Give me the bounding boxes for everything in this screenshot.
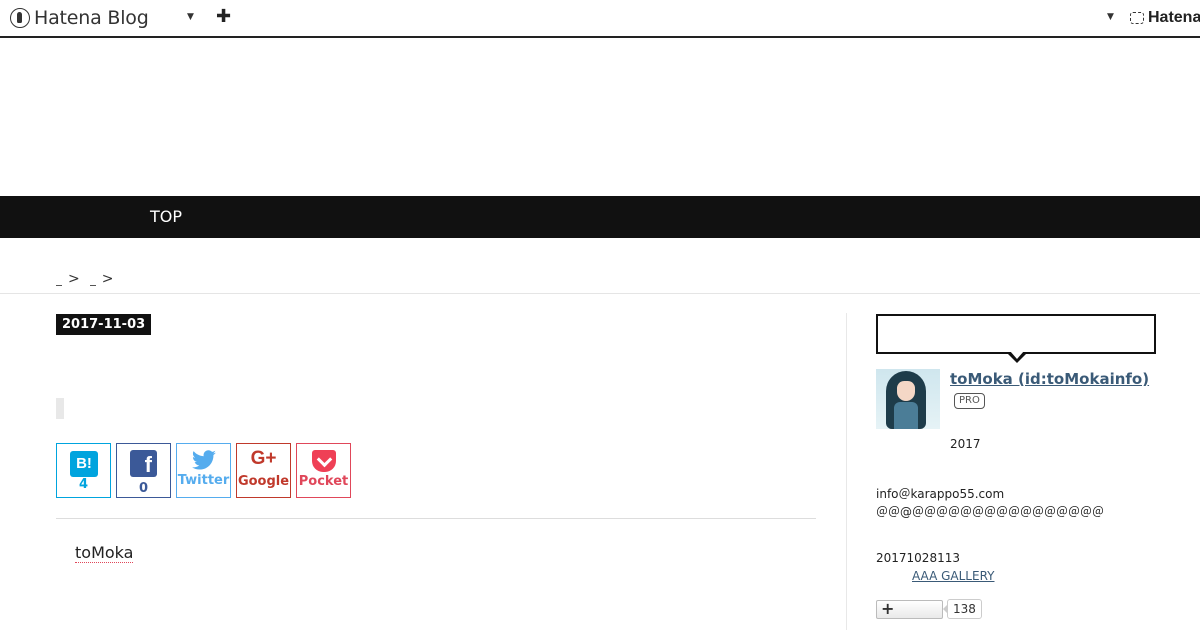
breadcrumb-separator: > [68, 271, 80, 287]
breadcrumb-link[interactable] [56, 278, 62, 286]
twitter-label: Twitter [177, 473, 230, 488]
sidebar-about-heading [876, 314, 1156, 354]
facebook-count: 0 [138, 481, 149, 496]
google-label: Google [237, 474, 290, 489]
heading-pointer [1007, 351, 1027, 363]
caret-down-icon[interactable]: ▼ [1107, 12, 1114, 22]
hatena-bookmark-icon: B! [70, 451, 98, 477]
hatena-blog-logo-icon [10, 8, 30, 28]
divider [56, 518, 816, 519]
twitter-bird-icon [192, 450, 216, 470]
global-header: Hatena Blog ▼ ✚ ▼ Hatena [0, 0, 1200, 38]
hatena-brand: Hatena [1148, 9, 1200, 26]
plus-icon[interactable]: ✚ [216, 6, 231, 27]
profile-contact: ＠＠@＠＠＠＠＠＠＠＠＠＠＠＠＠＠＠＠ [876, 505, 1105, 519]
nav-item-top[interactable]: TOP [150, 207, 182, 226]
google-plus-share-button[interactable]: G+ Google [236, 443, 291, 498]
blockquote-bar [56, 398, 64, 419]
pocket-icon [312, 450, 336, 472]
brand-name: Hatena Blog [34, 7, 149, 29]
global-nav: TOP [0, 196, 1200, 238]
divider [0, 293, 1200, 294]
hatena-mini-icon [1130, 12, 1144, 24]
hatena-bookmark-count: 4 [78, 477, 89, 492]
avatar[interactable] [876, 369, 940, 429]
plus-icon: + [881, 599, 895, 618]
breadcrumb-link[interactable] [89, 278, 96, 286]
pocket-share-button[interactable]: Pocket [296, 443, 351, 498]
hatena-menu[interactable]: Hatena [1130, 9, 1200, 27]
hatena-bookmark-button[interactable]: B! 4 [56, 443, 111, 498]
subscriber-count: 138 [943, 599, 982, 619]
profile-email: info＠karappo55.com [876, 487, 1005, 501]
breadcrumb: > > [56, 271, 113, 287]
facebook-icon: f [130, 450, 157, 477]
pocket-label: Pocket [298, 474, 349, 489]
profile-year: 2017 [950, 437, 981, 451]
breadcrumb-separator: > [101, 271, 114, 287]
avatar-face [897, 381, 915, 401]
avatar-dress [894, 402, 918, 429]
entry-author: toMoka [75, 543, 134, 563]
gallery-link[interactable]: AAA GALLERY [912, 569, 994, 583]
facebook-share-button[interactable]: f 0 [116, 443, 171, 498]
profile-name-link[interactable]: toMoka (id:toMokainfo) [950, 370, 1149, 388]
profile-number: 20171028113 [876, 551, 960, 565]
hatena-blog-logo[interactable]: Hatena Blog [10, 6, 149, 30]
google-plus-icon: G+ [250, 448, 277, 469]
sidebar-divider [846, 313, 847, 630]
twitter-share-button[interactable]: Twitter [176, 443, 231, 498]
entry-date[interactable]: 2017-11-03 [56, 314, 152, 335]
caret-down-icon[interactable]: ▼ [187, 12, 194, 22]
pro-badge: PRO [954, 393, 985, 409]
subscribe-button[interactable]: + [876, 599, 943, 619]
